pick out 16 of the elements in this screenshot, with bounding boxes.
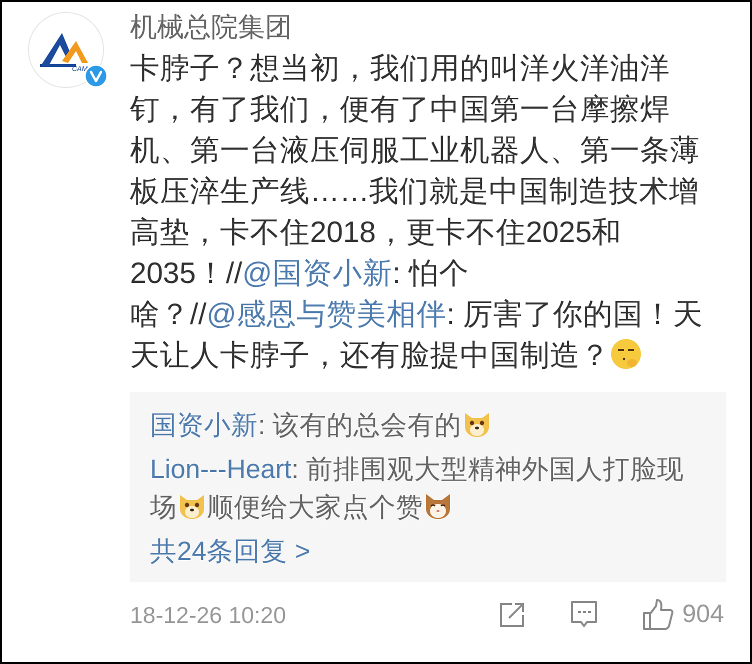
more-replies-link[interactable]: 共24条回复 > [150, 536, 310, 566]
username-link[interactable]: 国资小新 [150, 410, 258, 440]
author-name[interactable]: 机械总院集团 [130, 12, 724, 42]
cat-emoji-icon [423, 491, 453, 521]
mention-link[interactable]: @感恩与赞美相伴 [206, 298, 446, 331]
thumbs-up-icon[interactable] [642, 599, 674, 631]
mention-link[interactable]: @国资小新 [242, 257, 392, 290]
shush-emoji-icon [610, 338, 642, 370]
reply-text: Lion---Heart: 前排围观大型精神外国人打脸现场 顺便给大家点个赞 [150, 453, 686, 524]
like-count: 904 [682, 599, 724, 630]
share-icon[interactable] [498, 601, 526, 629]
comment-icon[interactable] [570, 600, 598, 630]
comment-text: 卡脖子？想当初，我们用的叫洋火洋油洋钉，有了我们，便有了中国第一台摩擦焊机、第一台液压伺服工业机器人、第一条薄板压淬生产线……我们就是中国制造技术增高垫，卡不住2018，更卡不住2025和2035！//@国资小新: 怕个啥？//@感恩与赞美相伴: 厉害了你的国！天天让人卡脖子，还有脸提中国制造？ [130, 51, 704, 374]
timestamp: 18-12-26 10:20 [130, 600, 286, 630]
reply-text: 国资小新: 该有的总会有的 [150, 406, 706, 444]
username-link[interactable]: Lion---Heart [150, 454, 292, 484]
